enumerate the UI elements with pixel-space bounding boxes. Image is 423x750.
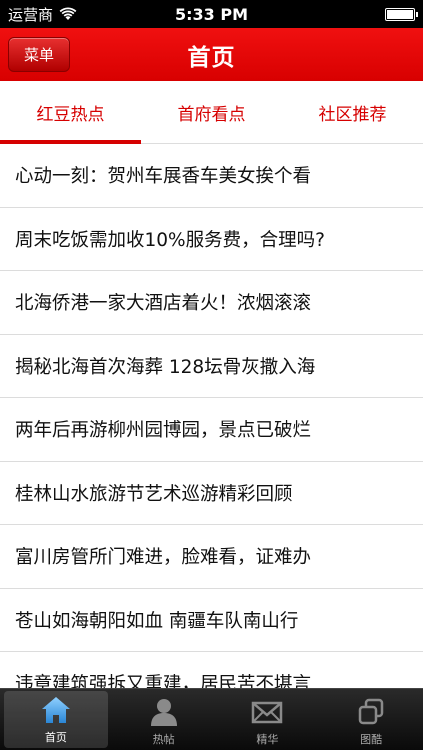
home-icon — [41, 697, 70, 723]
list-item[interactable]: 心动一刻：贺州车展香车美女挨个看 — [0, 144, 423, 208]
list-item[interactable]: 北海侨港一家大酒店着火！浓烟滚滚 — [0, 271, 423, 335]
bottom-tab-bar: 首页 热帖 精华 图酷 — [0, 688, 423, 750]
news-list: 心动一刻：贺州车展香车美女挨个看 周末吃饭需加收10%服务费，合理吗? 北海侨港… — [0, 144, 423, 688]
tab-community-recommend[interactable]: 社区推荐 — [282, 81, 423, 143]
list-item[interactable]: 苍山如海朝阳如血 南疆车队南山行 — [0, 589, 423, 652]
list-item[interactable]: 两年后再游柳州园博园，景点已破烂 — [0, 398, 423, 462]
list-item[interactable]: 周末吃饭需加收10%服务费，合理吗? — [0, 208, 423, 271]
tab-bar: 红豆热点 首府看点 社区推荐 — [0, 81, 423, 144]
person-icon — [150, 699, 177, 726]
bottom-tab-home[interactable]: 首页 — [4, 691, 108, 748]
bottom-tab-gallery[interactable]: 图酷 — [319, 689, 423, 750]
status-bar: 运营商 5:33 PM — [0, 0, 423, 28]
tab-capital-view[interactable]: 首府看点 — [141, 81, 282, 143]
carrier-label: 运营商 — [8, 5, 54, 24]
bottom-tab-featured[interactable]: 精华 — [216, 689, 320, 750]
status-left: 运营商 — [8, 4, 77, 25]
list-item[interactable]: 桂林山水旅游节艺术巡游精彩回顾 — [0, 462, 423, 525]
wifi-icon — [59, 7, 77, 20]
page-title: 首页 — [187, 44, 236, 71]
bottom-tab-label: 图酷 — [360, 733, 383, 746]
bottom-tab-label: 精华 — [256, 733, 279, 746]
tab-hongdou-hot[interactable]: 红豆热点 — [0, 81, 141, 144]
gallery-icon — [358, 698, 384, 725]
battery-icon — [385, 7, 418, 21]
bottom-tab-hot-posts[interactable]: 热帖 — [112, 689, 216, 750]
bottom-tab-label: 首页 — [44, 731, 67, 744]
list-item[interactable]: 违章建筑强拆又重建，居民苦不堪言 — [0, 652, 423, 688]
list-item[interactable]: 揭秘北海首次海葬 128坛骨灰撒入海 — [0, 335, 423, 398]
mail-icon — [252, 701, 283, 724]
nav-bar: 菜单 首页 — [0, 28, 423, 81]
bottom-tab-label: 热帖 — [152, 733, 175, 746]
menu-button[interactable]: 菜单 — [8, 37, 70, 72]
list-item[interactable]: 富川房管所门难进，脸难看，证难办 — [0, 525, 423, 589]
